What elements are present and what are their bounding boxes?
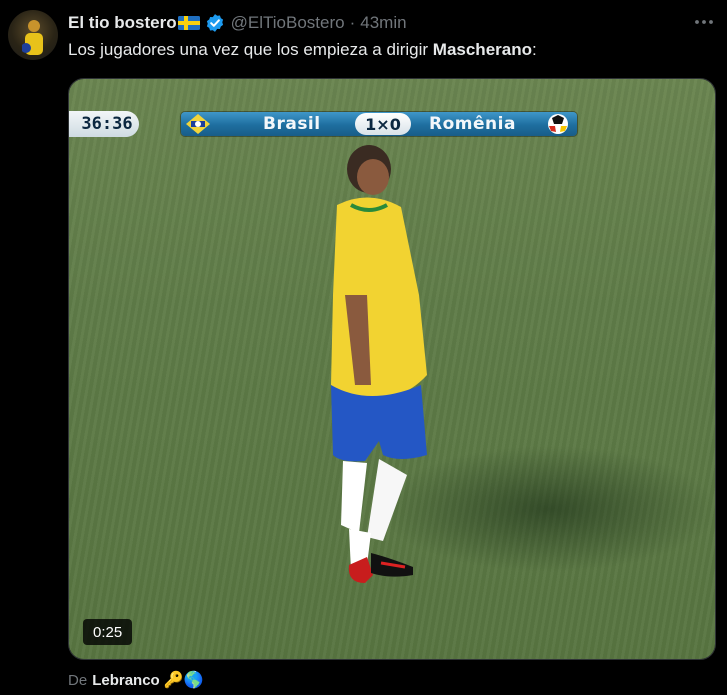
tweet-text-prefix: Los jugadores una vez que los empieza a … — [68, 40, 433, 59]
attribution-emojis: 🔑🌎 — [163, 672, 204, 689]
tweet-text-suffix: : — [531, 40, 537, 59]
match-score: 1×0 — [355, 113, 411, 135]
more-options-icon[interactable] — [692, 14, 716, 30]
video-player[interactable]: 36:36 Brasil 1×0 Romênia 0:25 — [68, 78, 716, 660]
tv-scoreboard: 36:36 Brasil 1×0 Romênia — [69, 109, 589, 139]
separator: · — [349, 13, 356, 32]
scoreboard-bar: Brasil 1×0 Romênia — [181, 112, 577, 136]
verified-badge-icon[interactable] — [205, 13, 225, 33]
attribution-prefix: De — [68, 671, 88, 689]
match-clock: 36:36 — [69, 111, 139, 137]
avatar-figure-icon — [22, 20, 43, 55]
handle[interactable]: @ElTioBostero — [231, 13, 345, 33]
tweet-text: Los jugadores una vez que los empieza a … — [68, 40, 537, 60]
video-duration: 0:25 — [83, 619, 133, 645]
timestamp[interactable]: 43min — [360, 13, 406, 33]
sweden-flag-icon — [177, 16, 200, 30]
player-illustration — [331, 145, 427, 583]
home-team: Brasil — [263, 114, 321, 134]
tweet-header: El tio bostero @ElTioBostero · 43min — [68, 12, 407, 34]
display-name[interactable]: El tio bostero — [68, 13, 177, 33]
cbf-crest-icon — [186, 114, 210, 134]
tweet-text-bold: Mascherano — [432, 40, 532, 59]
romania-crest-icon — [548, 114, 568, 134]
away-team: Romênia — [429, 114, 516, 134]
media-attribution: De Lebranco 🔑🌎 — [68, 670, 204, 690]
attribution-author[interactable]: Lebranco — [92, 672, 160, 689]
tweet: El tio bostero @ElTioBostero · 43min Los… — [0, 0, 727, 695]
avatar[interactable] — [8, 10, 58, 60]
